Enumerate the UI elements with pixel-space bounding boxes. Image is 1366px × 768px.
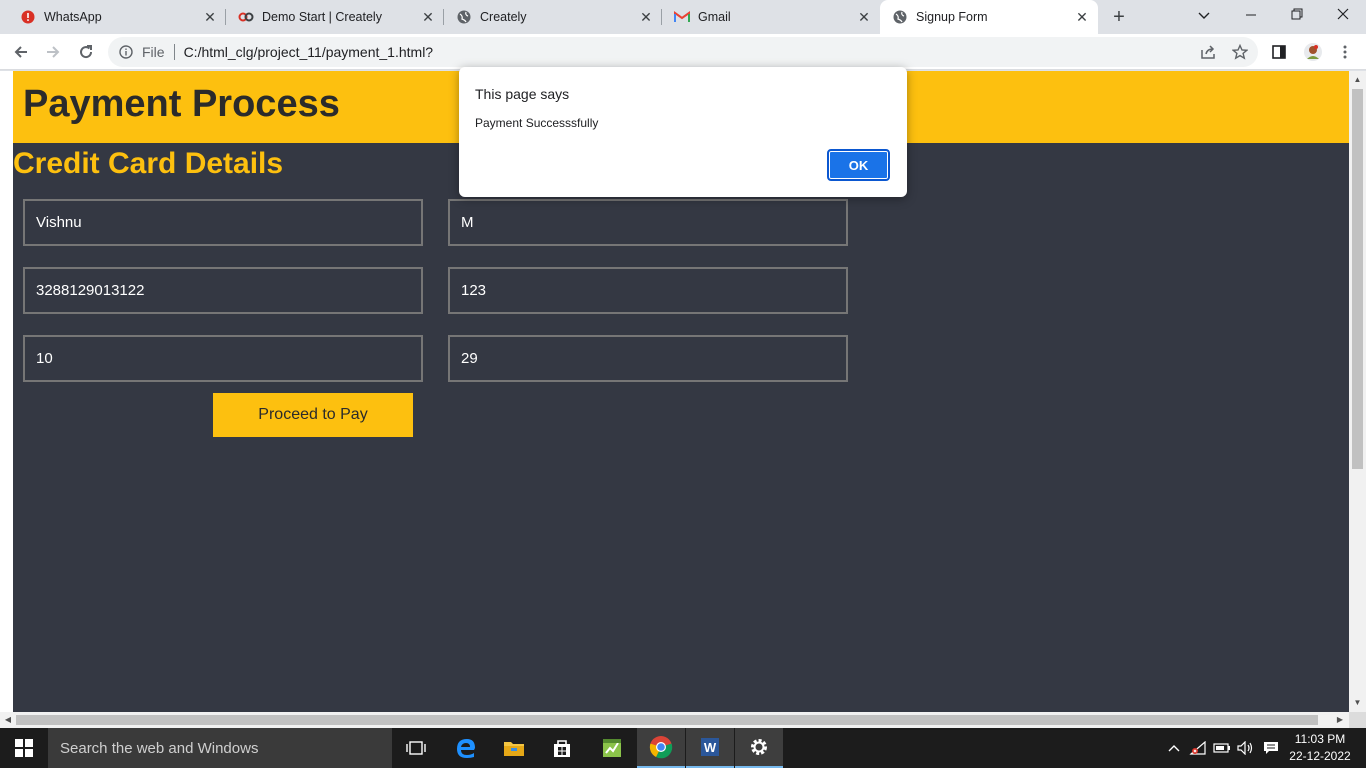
tab-title: Gmail — [698, 10, 731, 24]
task-view-icon[interactable] — [392, 728, 440, 768]
windows-taskbar: Search the web and Windows W 11:03 PM 22… — [0, 728, 1366, 768]
edge-browser-icon[interactable] — [442, 728, 490, 768]
gmail-icon — [674, 9, 690, 25]
bookmark-star-icon[interactable] — [1228, 40, 1252, 64]
section-title: Credit Card Details — [13, 147, 284, 180]
horizontal-scrollbar[interactable]: ◀ ▶ — [0, 712, 1349, 728]
spreadsheet-app-icon[interactable] — [588, 728, 636, 768]
tab-signup-form[interactable]: Signup Form ✕ — [880, 0, 1098, 34]
first-name-field[interactable]: Vishnu — [23, 199, 423, 246]
cvv-field[interactable]: 123 — [448, 267, 848, 314]
dialog-title: This page says — [475, 86, 570, 102]
side-panel-icon[interactable] — [1267, 40, 1291, 64]
scroll-left-arrow-icon[interactable]: ◀ — [1, 712, 15, 728]
clock-time: 11:03 PM — [1294, 732, 1346, 746]
scrollbar-corner — [1349, 712, 1366, 728]
battery-plug-icon[interactable] — [1211, 728, 1233, 768]
tab-whatsapp[interactable]: WhatsApp ✕ — [0, 0, 226, 34]
url-text[interactable]: C:/html_clg/project_11/payment_1.html? — [184, 44, 434, 60]
globe-icon — [892, 9, 908, 25]
new-tab-plus-icon[interactable]: + — [1108, 6, 1130, 28]
alert-dialog: This page says Payment Successsfully OK — [459, 67, 907, 197]
action-center-icon[interactable] — [1259, 728, 1283, 768]
back-arrow-icon[interactable] — [9, 40, 33, 64]
minimize-icon[interactable] — [1228, 0, 1274, 34]
tab-title: Demo Start | Creately — [262, 10, 382, 24]
vertical-scrollbar[interactable]: ▲ ▼ — [1349, 71, 1366, 712]
close-window-icon[interactable] — [1320, 0, 1366, 34]
forward-arrow-icon[interactable] — [41, 40, 65, 64]
close-icon[interactable]: ✕ — [638, 9, 654, 25]
whatsapp-alert-icon — [20, 9, 36, 25]
reload-icon[interactable] — [74, 40, 98, 64]
scheme-label: File — [142, 44, 165, 60]
creately-icon — [238, 9, 254, 25]
browser-toolbar: File C:/html_clg/project_11/payment_1.ht… — [0, 34, 1366, 70]
vertical-scroll-thumb[interactable] — [1352, 89, 1363, 469]
dialog-message: Payment Successsfully — [475, 116, 599, 130]
close-icon[interactable]: ✕ — [202, 9, 218, 25]
kebab-menu-icon[interactable] — [1333, 40, 1357, 64]
close-icon[interactable]: ✕ — [420, 9, 436, 25]
windows-start-icon[interactable] — [0, 728, 48, 768]
close-icon[interactable]: ✕ — [1074, 9, 1090, 25]
scroll-up-arrow-icon[interactable]: ▲ — [1349, 73, 1366, 87]
taskbar-search-input[interactable]: Search the web and Windows — [48, 728, 392, 768]
address-bar[interactable]: File C:/html_clg/project_11/payment_1.ht… — [108, 37, 1258, 67]
chrome-icon[interactable] — [637, 728, 685, 768]
restore-icon[interactable] — [1274, 0, 1320, 34]
info-icon[interactable] — [118, 44, 134, 60]
proceed-to-pay-button[interactable]: Proceed to Pay — [213, 393, 413, 437]
exp-year-field[interactable]: 29 — [448, 335, 848, 382]
page-title: Payment Process — [23, 83, 340, 125]
close-icon[interactable]: ✕ — [856, 9, 872, 25]
store-icon[interactable] — [538, 728, 586, 768]
ok-button[interactable]: OK — [827, 149, 890, 181]
address-divider — [173, 44, 175, 60]
settings-gear-icon[interactable] — [735, 728, 783, 768]
scroll-right-arrow-icon[interactable]: ▶ — [1333, 712, 1347, 728]
tab-gmail[interactable]: Gmail ✕ — [662, 0, 880, 34]
tab-search-chevron-icon[interactable] — [1181, 0, 1227, 34]
network-disconnected-icon[interactable] — [1187, 728, 1209, 768]
tab-strip: WhatsApp ✕ Demo Start | Creately ✕ Creat… — [0, 0, 1366, 34]
last-name-field[interactable]: M — [448, 199, 848, 246]
tray-chevron-up-icon[interactable] — [1164, 728, 1184, 768]
tab-title: Creately — [480, 10, 527, 24]
tab-creately[interactable]: Creately ✕ — [444, 0, 662, 34]
card-number-field[interactable]: 3288129013122 — [23, 267, 423, 314]
file-explorer-icon[interactable] — [490, 728, 538, 768]
exp-month-field[interactable]: 10 — [23, 335, 423, 382]
scroll-down-arrow-icon[interactable]: ▼ — [1349, 696, 1366, 710]
tab-title: WhatsApp — [44, 10, 102, 24]
taskbar-clock[interactable]: 11:03 PM 22-12-2022 — [1288, 731, 1352, 765]
tab-title: Signup Form — [916, 10, 988, 24]
svg-text:W: W — [704, 740, 717, 755]
share-icon[interactable] — [1196, 40, 1220, 64]
globe-icon — [456, 9, 472, 25]
volume-icon[interactable] — [1235, 728, 1257, 768]
profile-avatar-icon[interactable] — [1301, 40, 1325, 64]
word-icon[interactable]: W — [686, 728, 734, 768]
tab-demo-start-creately[interactable]: Demo Start | Creately ✕ — [226, 0, 444, 34]
clock-date: 22-12-2022 — [1289, 749, 1351, 763]
horizontal-scroll-thumb[interactable] — [16, 715, 1318, 725]
